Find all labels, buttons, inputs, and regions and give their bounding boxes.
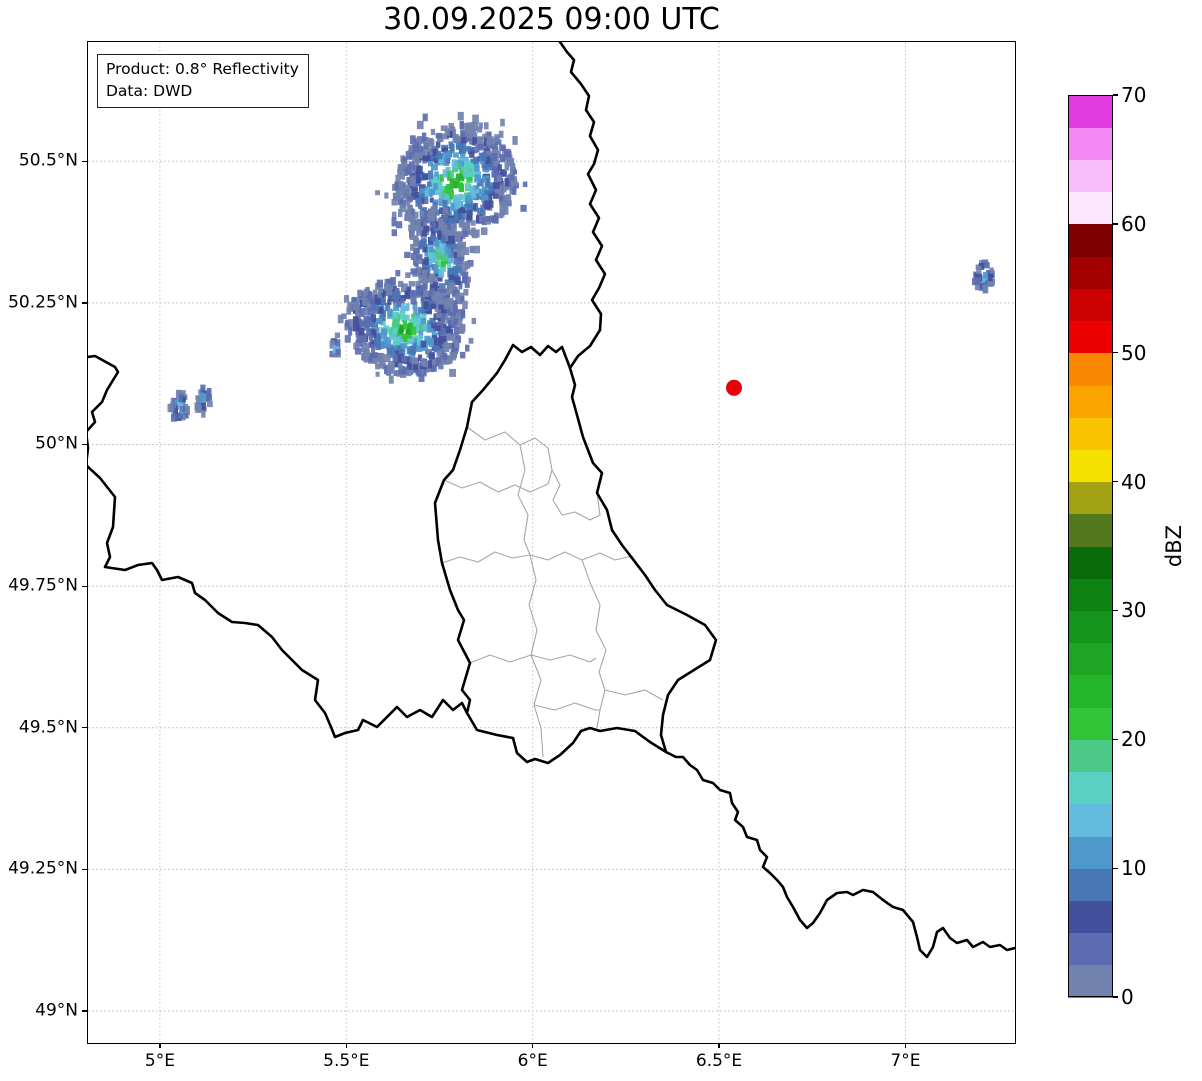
radar-map-figure: 30.09.2025 09:00 UTC Product: 0.8° Refle… <box>0 0 1202 1081</box>
lon-tick-label: 6°E <box>517 1051 548 1071</box>
axis-tickmark <box>718 1043 720 1048</box>
colorbar-tick-label: 60 <box>1121 211 1147 236</box>
colorbar-tick-label: 40 <box>1121 469 1147 494</box>
colorbar-tick-label: 70 <box>1121 83 1147 107</box>
axis-tickmark <box>904 1043 907 1048</box>
axis-tickmark <box>82 1010 87 1012</box>
colorbar-tickmark <box>1113 480 1118 483</box>
data-source-line: Data: DWD <box>106 82 193 100</box>
radar-site-marker <box>726 379 742 396</box>
country-borders <box>88 42 1015 959</box>
colorbar-tickmark <box>1113 94 1118 96</box>
axis-tickmark <box>82 160 87 162</box>
axis-tickmark <box>82 443 87 446</box>
lat-tick-label: 49.5°N <box>18 717 78 738</box>
lat-tick-label: 49.25°N <box>8 858 78 879</box>
lon-tick-label: 5°E <box>144 1051 175 1071</box>
product-info-box: Product: 0.8° Reflectivity Data: DWD <box>97 54 309 108</box>
colorbar-tickmark <box>1113 738 1118 740</box>
product-line: Product: 0.8° Reflectivity <box>106 60 299 78</box>
colorbar-tick-label: 20 <box>1121 727 1147 752</box>
colorbar-tick-label: 50 <box>1121 340 1147 365</box>
colorbar-tickmark <box>1113 609 1118 612</box>
colorbar-tickmark <box>1113 223 1118 225</box>
axis-tickmark <box>345 1043 347 1048</box>
axis-tickmark <box>82 868 87 871</box>
figure-title: 30.09.2025 09:00 UTC <box>383 2 720 37</box>
lon-tick-label: 6.5°E <box>695 1051 743 1071</box>
axis-tickmark <box>159 1043 161 1048</box>
radar-echoes <box>167 111 995 422</box>
lon-tick-label: 5.5°E <box>323 1051 370 1071</box>
colorbar-tickmark <box>1113 867 1118 869</box>
colorbar-tick-label: 0 <box>1121 985 1134 1009</box>
axis-tickmark <box>532 1043 534 1048</box>
axis-tickmark <box>82 727 87 729</box>
colorbar-tickmark <box>1113 996 1118 998</box>
colorbar-tickmark <box>1113 352 1118 354</box>
colorbar-unit-label: dBZ <box>1162 524 1186 568</box>
lat-tick-label: 50.25°N <box>8 292 78 313</box>
colorbar-outline <box>1068 95 1113 997</box>
lon-tick-label: 7°E <box>890 1051 921 1071</box>
axis-tickmark <box>82 302 87 304</box>
lat-tick-label: 50.5°N <box>18 150 78 171</box>
axis-tickmark <box>82 585 87 587</box>
map-canvas <box>88 42 1015 1043</box>
lat-tick-label: 49.75°N <box>8 575 78 596</box>
colorbar-tick-label: 10 <box>1121 856 1147 881</box>
lat-tick-label: 49°N <box>35 1000 78 1021</box>
colorbar-tick-label: 30 <box>1121 598 1147 623</box>
canton-borders <box>441 426 664 758</box>
lat-tick-label: 50°N <box>35 434 78 455</box>
